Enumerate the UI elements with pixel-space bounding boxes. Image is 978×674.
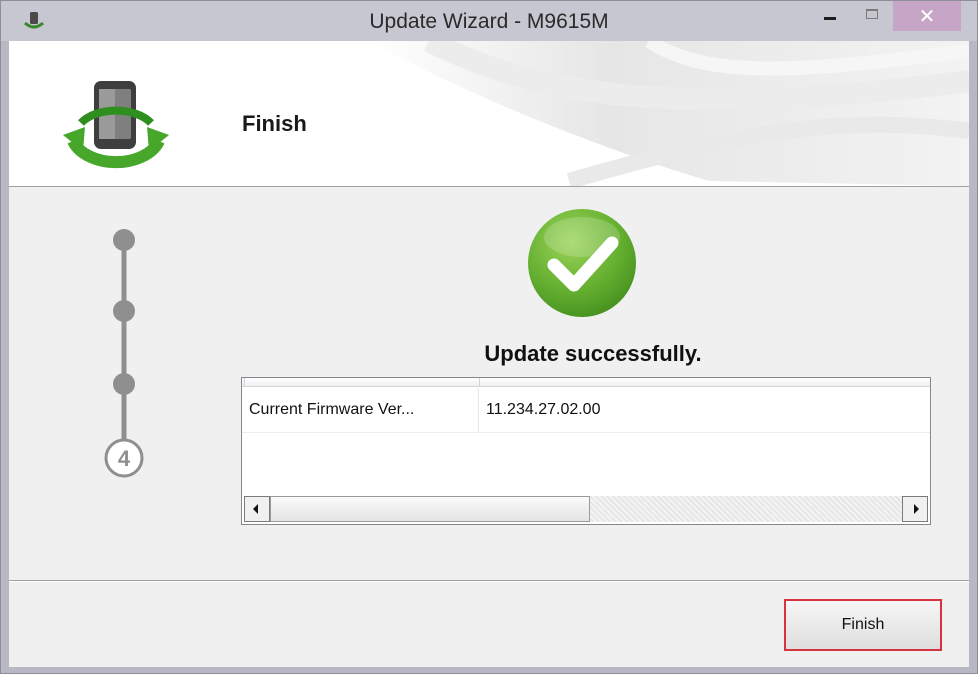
update-wizard-window: Update Wizard - M9615M ✕ Finish 4 Update…: [0, 0, 978, 674]
title-bar[interactable]: Update Wizard - M9615M ✕: [1, 1, 977, 41]
success-check-icon: [528, 209, 636, 317]
column-divider[interactable]: [479, 378, 480, 386]
page-title: Finish: [242, 111, 307, 136]
step-dot-3: [113, 373, 135, 395]
scroll-right-button[interactable]: [902, 496, 928, 522]
wizard-header: Finish: [9, 41, 969, 187]
close-icon: ✕: [918, 4, 936, 28]
step-indicator: 4: [104, 229, 144, 478]
wizard-client-area: Finish 4 Update successfully. Current Fi…: [9, 41, 969, 667]
finish-button[interactable]: Finish: [784, 599, 942, 651]
firmware-value-cell: 11.234.27.02.00: [486, 401, 601, 418]
maximize-button[interactable]: [851, 1, 895, 31]
arrow-left-icon: [253, 504, 258, 514]
arrow-right-icon: [914, 504, 919, 514]
horizontal-scrollbar[interactable]: [244, 496, 928, 522]
column-divider[interactable]: [244, 378, 245, 386]
close-button[interactable]: ✕: [893, 1, 961, 31]
phone-sync-icon: [63, 81, 169, 169]
success-message: Update successfully.: [484, 341, 702, 366]
step-current-number: 4: [118, 446, 131, 471]
list-header[interactable]: [242, 378, 930, 387]
table-row[interactable]: Current Firmware Ver... 11.234.27.02.00: [242, 388, 930, 433]
scrollbar-thumb[interactable]: [270, 496, 590, 522]
minimize-icon: [824, 17, 836, 20]
maximize-icon: [866, 9, 878, 19]
step-dot-1: [113, 229, 135, 251]
step-dot-2: [113, 300, 135, 322]
scroll-left-button[interactable]: [244, 496, 270, 522]
footer-divider-highlight: [9, 581, 969, 582]
firmware-info-list[interactable]: Current Firmware Ver... 11.234.27.02.00: [241, 377, 931, 525]
firmware-name-cell: Current Firmware Ver...: [245, 388, 479, 432]
minimize-button[interactable]: [807, 1, 851, 31]
